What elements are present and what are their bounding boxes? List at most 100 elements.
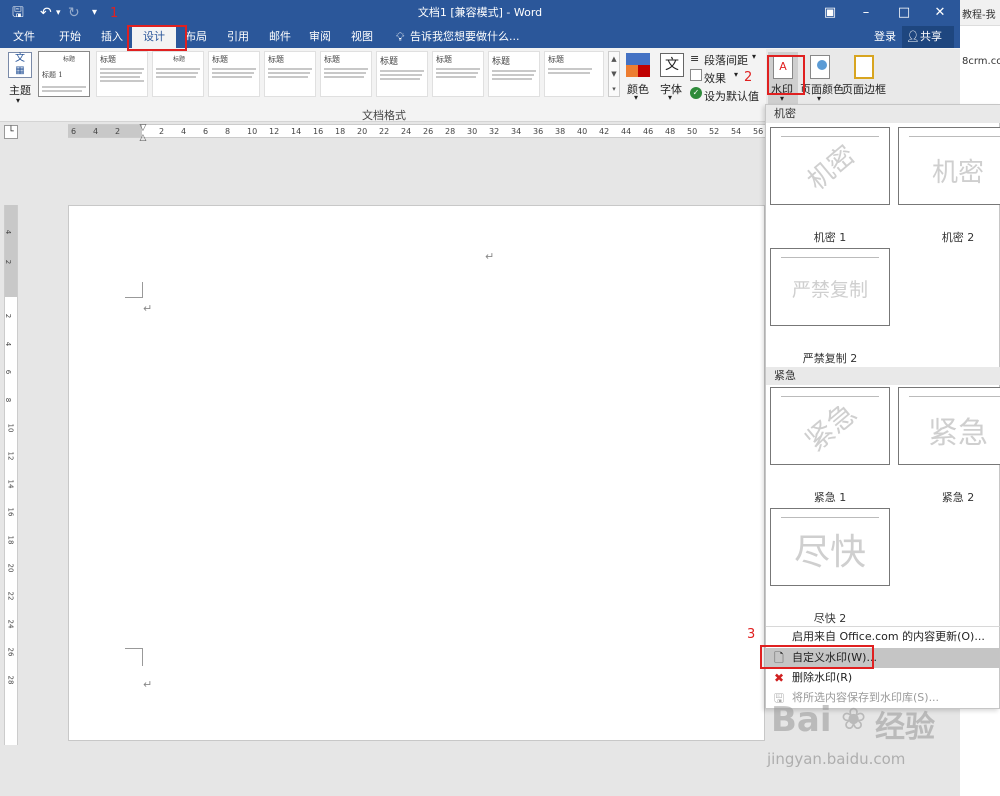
- share-label: 共享: [919, 30, 942, 43]
- watermark-label-urgent-2: 紧急 2: [941, 491, 975, 504]
- tab-references[interactable]: 引用: [218, 26, 258, 48]
- ruler-number: 24: [401, 127, 412, 136]
- page-color-dropdown-icon: ▾: [817, 94, 822, 103]
- style-set-thumb-9[interactable]: 标题: [488, 51, 540, 97]
- annotation-box-design-tab: [127, 25, 187, 51]
- browser-tab-title: 教程-我: [962, 10, 996, 21]
- baidu-jingyan-logo: Bai ❀ 经验 jingyan.baidu.com: [765, 700, 1000, 796]
- paragraph-mark-2: ↵: [143, 678, 153, 691]
- person-icon: 👤︎: [906, 30, 920, 43]
- watermark-label-urgent-1: 紧急 1: [813, 491, 847, 504]
- style-set-thumb-8[interactable]: 标题: [432, 51, 484, 97]
- paragraph-spacing-dropdown-icon: ▾: [752, 52, 757, 61]
- vertical-ruler-number: 20: [6, 563, 15, 573]
- ruler-number: 48: [665, 127, 676, 136]
- color-palette-icon: [626, 53, 650, 77]
- ruler-number: 52: [709, 127, 720, 136]
- style-set-thumb-10[interactable]: 标题: [544, 51, 604, 97]
- vertical-ruler-number: 10: [6, 423, 15, 433]
- tab-file[interactable]: 文件: [4, 26, 44, 48]
- colors-dropdown-icon: ▾: [634, 93, 639, 102]
- ruler-left-margin: [68, 125, 142, 137]
- document-page[interactable]: ↵ ↵ ↵: [68, 205, 765, 741]
- ruler-number: 46: [643, 127, 654, 136]
- vertical-ruler-number: 28: [6, 675, 15, 685]
- ruler-number: 34: [511, 127, 522, 136]
- tell-me-search[interactable]: 告诉我您想要做什么...: [410, 26, 520, 48]
- ruler-number: 28: [445, 127, 456, 136]
- watermark-option-confidential-1[interactable]: 机密: [770, 127, 890, 205]
- themes-button[interactable]: 文 ▦ 主题 ▾: [6, 52, 34, 112]
- style-set-thumb-6[interactable]: 标题: [320, 51, 372, 97]
- watermark-option-urgent-2[interactable]: 紧急: [898, 387, 1000, 465]
- style-set-thumb-3[interactable]: 标题: [152, 51, 204, 97]
- ruler-number: 26: [423, 127, 434, 136]
- watermark-label-asap-2: 尽快 2: [813, 612, 847, 625]
- minimize-button[interactable]: –: [848, 0, 884, 26]
- sign-in-link[interactable]: 登录: [874, 26, 896, 48]
- tab-insert[interactable]: 插入: [92, 26, 132, 48]
- page-border-icon: [854, 55, 874, 79]
- set-as-default-button[interactable]: ✓ 设为默认值: [690, 87, 764, 103]
- ruler-number: 56: [753, 127, 764, 136]
- close-button[interactable]: ✕: [922, 0, 958, 26]
- maximize-button[interactable]: □: [886, 0, 922, 26]
- tab-view[interactable]: 视图: [342, 26, 382, 48]
- vertical-ruler-number: 18: [6, 535, 15, 545]
- horizontal-ruler[interactable]: [68, 124, 765, 138]
- watermark-option-urgent-1[interactable]: 紧急: [770, 387, 890, 465]
- tab-mailings[interactable]: 邮件: [260, 26, 300, 48]
- ruler-number: 18: [335, 127, 346, 136]
- page-borders-label: 页面边框: [842, 83, 886, 96]
- style-set-thumb-4[interactable]: 标题: [208, 51, 260, 97]
- ruler-number: 22: [379, 127, 390, 136]
- share-button[interactable]: 👤︎共享: [902, 26, 954, 48]
- style-set-thumb-5[interactable]: 标题: [264, 51, 316, 97]
- remove-watermark-icon: ✖: [773, 671, 785, 685]
- tab-selector-icon[interactable]: └: [4, 125, 18, 139]
- ruler-number: 20: [357, 127, 368, 136]
- paragraph-spacing-button[interactable]: ≡ 段落间距 ▾: [690, 51, 760, 67]
- margin-corner-mark: [125, 282, 143, 298]
- jingyan-url: jingyan.baidu.com: [767, 750, 906, 768]
- ruler-number: 38: [555, 127, 566, 136]
- set-as-default-label: 设为默认值: [704, 90, 759, 103]
- menu-office-update[interactable]: 启用来自 Office.com 的内容更新(O)...: [766, 627, 1000, 647]
- style-set-thumb-7[interactable]: 标题: [376, 51, 428, 97]
- style-set-thumb-2[interactable]: 标题: [96, 51, 148, 97]
- remove-watermark-label: 删除水印(R): [792, 671, 853, 684]
- page-borders-button[interactable]: 页面边框: [842, 52, 886, 106]
- page-color-button[interactable]: 页面颜色 ▾: [800, 52, 844, 106]
- annotation-number-3: 3: [747, 627, 756, 642]
- watermark-option-asap-2[interactable]: 尽快: [770, 508, 890, 586]
- effects-label: 效果: [704, 72, 726, 85]
- effects-icon: [690, 69, 702, 81]
- watermark-option-confidential-2[interactable]: 机密: [898, 127, 1000, 205]
- section-header-confidential: 机密: [766, 105, 1000, 123]
- style-set-thumb-1[interactable]: 标题 标题 1: [38, 51, 90, 97]
- menu-remove-watermark[interactable]: ✖ 删除水印(R): [766, 668, 1000, 688]
- ruler-number: 2: [115, 127, 121, 136]
- gallery-scroll[interactable]: ▲ ▼ ▾: [608, 51, 620, 97]
- vertical-ruler-number: 8: [4, 397, 13, 403]
- baidu-text: Bai: [771, 700, 832, 740]
- watermark-option-no-copy-2[interactable]: 严禁复制: [770, 248, 890, 326]
- browser-url-text: 8crm.co: [962, 56, 1000, 67]
- ruler-number: 14: [291, 127, 302, 136]
- colors-button[interactable]: 颜色 ▾: [624, 51, 652, 105]
- ruler-number: 4: [181, 127, 187, 136]
- annotation-number-2: 2: [744, 70, 753, 85]
- fonts-button[interactable]: 文 字体 ▾: [656, 51, 688, 105]
- paragraph-mark: ↵: [143, 302, 153, 315]
- annotation-box-custom-watermark: [760, 645, 874, 669]
- ruler-number: 54: [731, 127, 742, 136]
- indent-marker[interactable]: ▽ △: [138, 123, 148, 143]
- ruler-number: 44: [621, 127, 632, 136]
- tab-home[interactable]: 开始: [50, 26, 90, 48]
- tab-review[interactable]: 审阅: [300, 26, 340, 48]
- ruler-number: 50: [687, 127, 698, 136]
- ribbon-display-options-icon[interactable]: ▣: [812, 0, 848, 26]
- ruler-number: 40: [577, 127, 588, 136]
- ruler-number: 16: [313, 127, 324, 136]
- header-paragraph-mark: ↵: [485, 250, 495, 263]
